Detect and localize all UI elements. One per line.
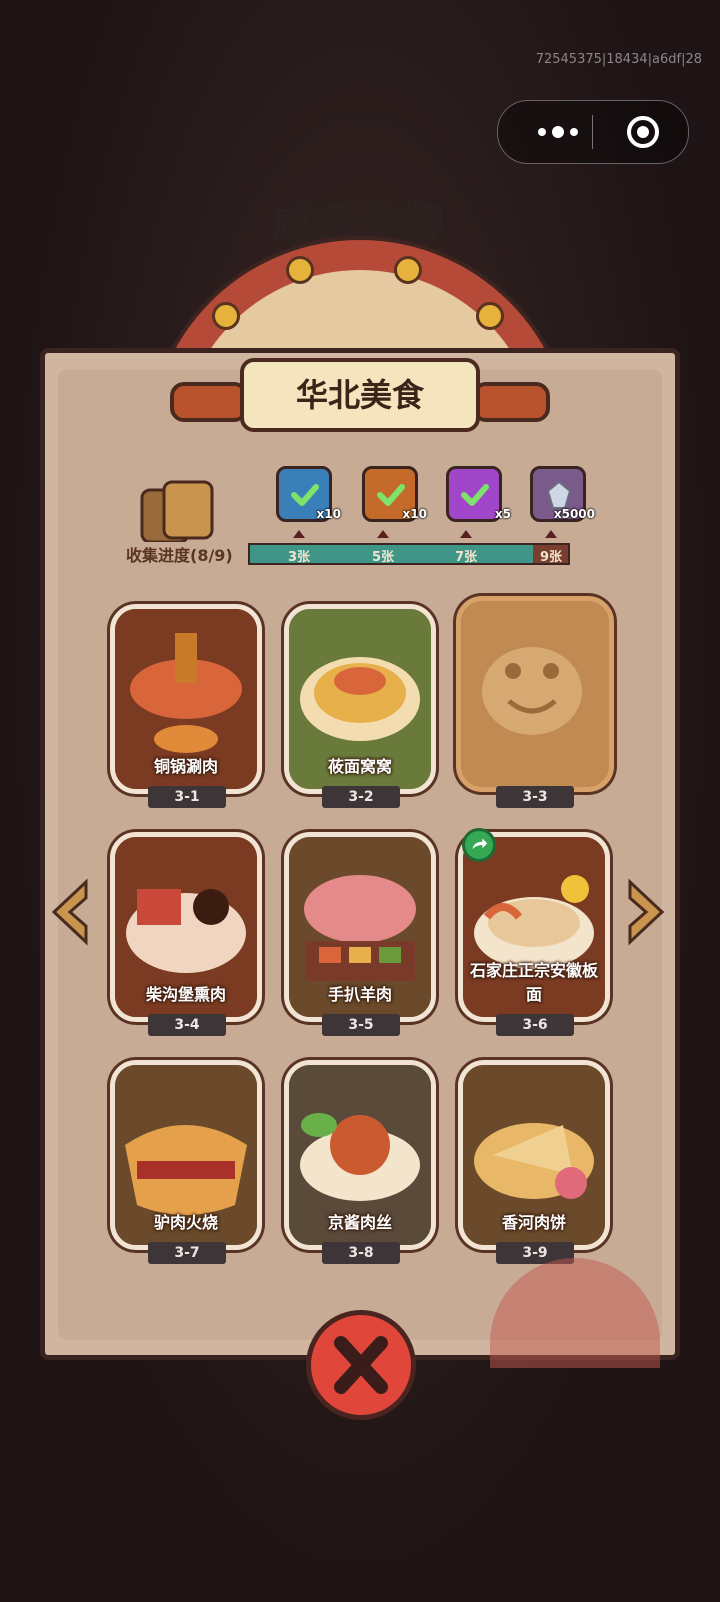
panel-title: 华北美食 [295, 376, 424, 414]
food-card[interactable]: 香河肉饼 [458, 1060, 610, 1250]
card-name: 驴肉火烧 [153, 1213, 218, 1232]
milestone-label: 9张 [540, 550, 563, 565]
arrow-left-icon[interactable] [46, 876, 92, 948]
lamp-bulb-icon [212, 302, 240, 330]
food-card[interactable]: 手扒羊肉 [284, 832, 436, 1022]
card-name: 手扒羊肉 [327, 985, 392, 1004]
lamp-bulb-icon [476, 302, 504, 330]
arrow-right-icon[interactable] [624, 876, 670, 948]
reward-qty: x10 [316, 507, 341, 521]
milestone-reward-5[interactable]: x10 [362, 466, 427, 522]
card-name: 莜面窝窝 [327, 757, 392, 776]
food-card[interactable]: 京酱肉丝 [284, 1060, 436, 1250]
milestone-marker [377, 530, 389, 538]
food-card[interactable]: 驴肉火烧 [110, 1060, 262, 1250]
capsule-divider [592, 115, 593, 149]
banner-roll-right [472, 382, 550, 422]
food-card-locked[interactable] [456, 596, 614, 792]
reward-qty: x5 [494, 507, 511, 521]
card-name: 铜锅涮肉 [153, 757, 218, 776]
card-number: 3-1 [148, 786, 226, 808]
card-name: 香河肉饼 [501, 1213, 566, 1232]
card-name: 柴沟堡熏肉 [145, 985, 226, 1004]
food-card[interactable]: 莜面窝窝 [284, 604, 436, 794]
card-number: 3-8 [322, 1242, 400, 1264]
lamp-bulb-icon [394, 256, 422, 284]
food-card[interactable]: 铜锅涮肉 [110, 604, 262, 794]
card-number: 3-7 [148, 1242, 226, 1264]
check-icon [461, 484, 489, 506]
share-icon[interactable] [462, 828, 496, 862]
card-stack-icon [140, 480, 214, 542]
card-number: 3-6 [496, 1014, 574, 1036]
reward-qty: x5000 [553, 507, 595, 521]
session-id-text: 72545375|18434|a6df|28 [535, 52, 702, 67]
milestone-reward-7[interactable]: x5 [446, 466, 511, 522]
lamp-bulb-icon [286, 256, 314, 284]
milestone-marker [293, 530, 305, 538]
milestone-marker [460, 530, 472, 538]
card-number: 3-3 [496, 786, 574, 808]
collect-progress-label: 收集进度(8/9) [126, 546, 233, 565]
food-card[interactable]: 柴沟堡熏肉 [110, 832, 262, 1022]
card-name: 石家庄正宗安徽板面 [469, 961, 598, 1004]
milestone-label: 5张 [372, 550, 395, 565]
milestone-reward-9[interactable]: x5000 [530, 466, 595, 522]
more-dots-icon[interactable] [530, 119, 590, 145]
milestone-label: 3张 [288, 550, 311, 565]
reward-qty: x10 [402, 507, 427, 521]
locked-card-back-icon [461, 601, 603, 781]
card-name: 京酱肉丝 [327, 1213, 392, 1232]
milestone-marker [545, 530, 557, 538]
card-number: 3-5 [322, 1014, 400, 1036]
collect-progress-bar: 3张 5张 7张 9张 [248, 543, 570, 565]
title-banner: 华北美食 [170, 340, 550, 450]
milestone-reward-3[interactable]: x10 [276, 466, 341, 522]
milestone-label: 7张 [455, 550, 478, 565]
close-icon[interactable] [306, 1310, 416, 1420]
target-circle-icon[interactable] [626, 115, 660, 149]
miniprogram-capsule [497, 100, 689, 164]
card-number: 3-4 [148, 1014, 226, 1036]
banner-roll-left [170, 382, 248, 422]
card-number: 3-2 [322, 786, 400, 808]
